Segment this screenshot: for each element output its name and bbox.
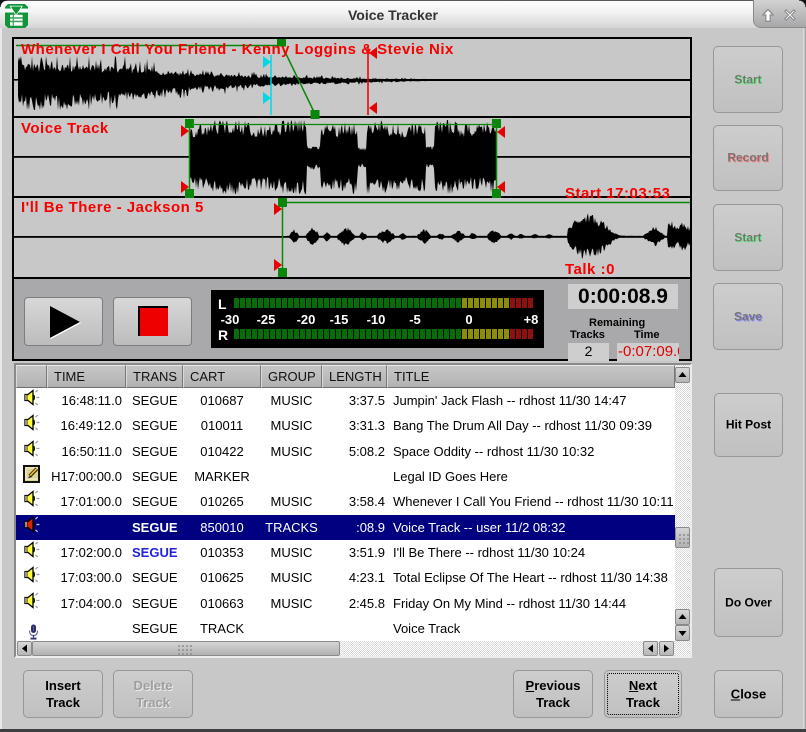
svg-text:-15: -15 — [330, 312, 349, 327]
svg-text:-25: -25 — [257, 312, 276, 327]
svg-text:-10: -10 — [367, 312, 386, 327]
svg-text:-30: -30 — [221, 312, 240, 327]
svg-text:0: 0 — [465, 312, 472, 327]
svg-text:+8: +8 — [524, 312, 539, 327]
svg-text:L: L — [218, 296, 227, 312]
svg-text:R: R — [218, 327, 228, 343]
svg-text:-20: -20 — [297, 312, 316, 327]
svg-text:-5: -5 — [409, 312, 421, 327]
